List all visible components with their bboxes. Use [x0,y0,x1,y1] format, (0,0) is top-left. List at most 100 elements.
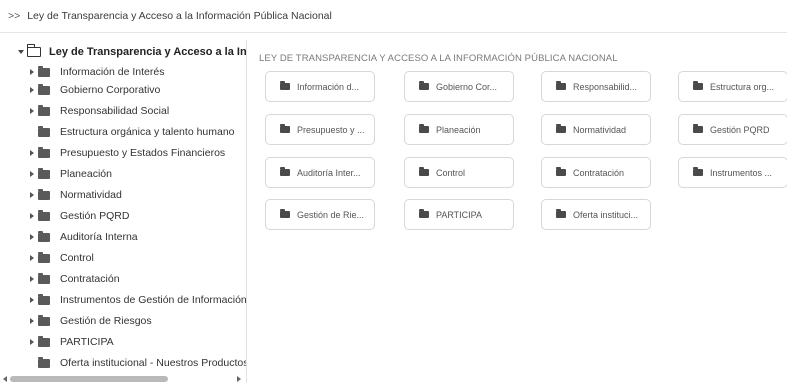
chevron-right-icon[interactable] [30,318,34,324]
folder-icon [280,209,290,218]
chevron-right-icon[interactable] [30,297,34,303]
folder-card[interactable]: Gobierno Cor... [404,71,514,102]
tree-item-label: Planeación [60,168,112,180]
folder-open-icon [26,44,41,57]
tree-item-label: Información de Interés [60,66,165,78]
tree-item-presupuesto[interactable]: Presupuesto y Estados Financieros [30,145,225,161]
folder-card[interactable]: Responsabilid... [541,71,651,102]
chevron-right-icon[interactable] [30,171,34,177]
tree-root[interactable]: Ley de Transparencia y Acceso a la Infor… [18,44,247,60]
tree-item-gobierno[interactable]: Gobierno Corporativo [30,82,160,98]
breadcrumb-separator: >> [8,10,21,22]
folder-card-label: Auditoría Inter... [297,167,361,178]
folder-icon [556,81,566,90]
tree-item-responsabilidad[interactable]: Responsabilidad Social [30,103,169,119]
chevron-right-icon[interactable] [30,192,34,198]
folder-icon [38,188,50,200]
folder-card-label: Información d... [297,81,360,92]
folder-card[interactable]: Control [404,157,514,188]
horizontal-scrollbar[interactable] [0,376,247,383]
breadcrumb-link[interactable]: Ley de Transparencia y Acceso a la Infor… [27,10,332,22]
folder-icon [419,124,429,133]
tree-item-informacion[interactable]: Información de Interés [30,64,164,80]
folder-card[interactable]: Auditoría Inter... [265,157,375,188]
tree-item-label: Estructura orgánica y talento humano [60,126,235,138]
divider [0,32,787,33]
folder-icon [38,272,50,284]
tree-item-label: PARTICIPA [60,336,114,348]
folder-card[interactable]: Información d... [265,71,375,102]
folder-card-label: Gestión PQRD [710,124,770,135]
tree-item-participa[interactable]: PARTICIPA [30,334,114,350]
folder-icon [38,335,50,347]
folder-icon [556,167,566,176]
folder-icon [556,124,566,133]
folder-card-label: Normatividad [573,124,627,135]
tree-item-riesgos[interactable]: Gestión de Riesgos [30,313,152,329]
folder-icon [280,81,290,90]
folder-card[interactable]: Contratación [541,157,651,188]
folder-icon [38,356,50,368]
chevron-right-icon[interactable] [30,69,34,75]
chevron-down-icon[interactable] [18,50,24,54]
tree-item-instrumentos[interactable]: Instrumentos de Gestión de Información [30,292,247,308]
tree-item-control[interactable]: Control [30,250,94,266]
folder-card-label: Control [436,167,466,178]
tree-item-label: Control [60,252,94,264]
folder-icon [693,124,703,133]
tree-item-label: Oferta institucional - Nuestros Producto… [60,357,247,369]
folder-icon [280,167,290,176]
folder-card-label: PARTICIPA [436,209,483,220]
scroll-right-icon[interactable] [237,376,241,382]
scroll-left-icon[interactable] [3,376,7,382]
folder-card[interactable]: Gestión PQRD [678,114,787,145]
chevron-right-icon[interactable] [30,339,34,345]
folder-icon [280,124,290,133]
chevron-right-icon[interactable] [30,150,34,156]
tree-item-label: Normatividad [60,189,122,201]
folder-card-label: Contratación [573,167,625,178]
folder-icon [693,81,703,90]
folder-icon [38,104,50,116]
tree-item-contratacion[interactable]: Contratación [30,271,120,287]
folder-card[interactable]: Planeación [404,114,514,145]
folder-card-label: Gobierno Cor... [436,81,498,92]
folder-card[interactable]: Presupuesto y ... [265,114,375,145]
chevron-right-icon[interactable] [30,213,34,219]
chevron-right-icon[interactable] [30,234,34,240]
tree-item-oferta[interactable]: Oferta institucional - Nuestros Producto… [30,355,247,371]
folder-icon [419,209,429,218]
tree-item-label: Instrumentos de Gestión de Información [60,294,247,306]
folder-card-label: Presupuesto y ... [297,124,365,135]
folder-card[interactable]: PARTICIPA [404,199,514,230]
section-title: LEY DE TRANSPARENCIA Y ACCESO A LA INFOR… [259,53,618,64]
tree-item-planeacion[interactable]: Planeación [30,166,112,182]
tree-item-gestion-pqrd[interactable]: Gestión PQRD [30,208,129,224]
folder-card[interactable]: Instrumentos ... [678,157,787,188]
folder-icon [38,167,50,179]
folder-icon [419,81,429,90]
folder-icon [38,230,50,242]
folder-card[interactable]: Normatividad [541,114,651,145]
tree-item-normatividad[interactable]: Normatividad [30,187,122,203]
folder-card[interactable]: Estructura org... [678,71,787,102]
tree-item-estructura[interactable]: Estructura orgánica y talento humano [30,124,235,140]
chevron-right-icon[interactable] [30,276,34,282]
breadcrumb: >> Ley de Transparencia y Acceso a la In… [8,10,332,22]
chevron-right-icon[interactable] [30,87,34,93]
tree-item-label: Contratación [60,273,120,285]
chevron-right-icon[interactable] [30,255,34,261]
folder-icon [38,65,50,77]
scrollbar-thumb[interactable] [10,376,168,382]
folder-tree: Ley de Transparencia y Acceso a la Infor… [0,40,247,383]
folder-icon [38,251,50,263]
chevron-right-icon[interactable] [30,108,34,114]
folder-card[interactable]: Gestión de Rie... [265,199,375,230]
folder-icon [38,209,50,221]
folder-card[interactable]: Oferta instituci... [541,199,651,230]
folder-icon [693,167,703,176]
tree-root-label: Ley de Transparencia y Acceso a la Infor… [49,46,247,58]
folder-card-label: Oferta instituci... [573,209,639,220]
folder-card-label: Planeación [436,124,481,135]
tree-item-auditoria[interactable]: Auditoría Interna [30,229,138,245]
